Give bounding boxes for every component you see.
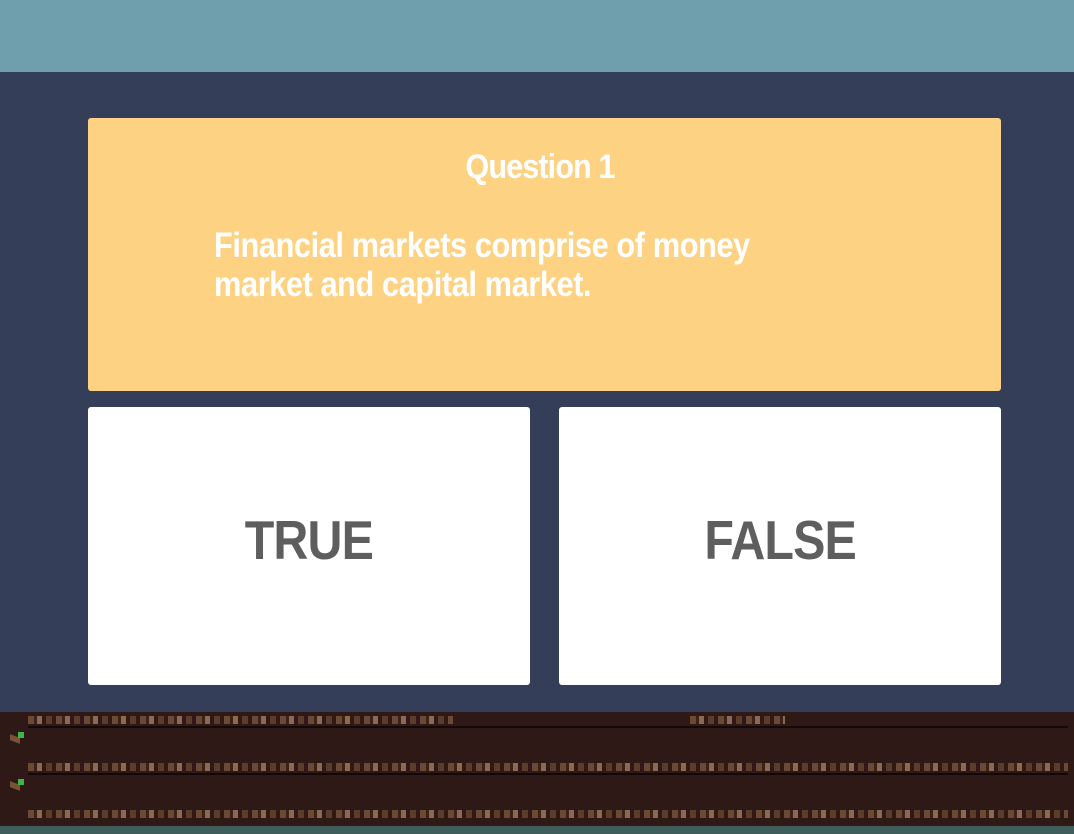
dirt-strip — [28, 763, 1068, 771]
sky-bar — [0, 0, 1074, 72]
ground-line — [28, 726, 1068, 728]
bottom-bar — [0, 826, 1074, 834]
sprout-icon — [10, 779, 24, 791]
dirt-strip — [690, 716, 785, 724]
true-answer-button[interactable]: TRUE — [88, 407, 530, 685]
true-answer-label: TRUE — [244, 509, 374, 571]
ground-line — [28, 773, 1068, 775]
question-number: Question 1 — [465, 148, 615, 186]
question-text: Financial markets comprise of money mark… — [214, 226, 750, 304]
sprout-leaf — [18, 732, 24, 738]
sprout-icon — [10, 732, 24, 744]
dirt-strip — [28, 810, 1068, 818]
false-answer-label: FALSE — [704, 509, 856, 571]
false-answer-button[interactable]: FALSE — [559, 407, 1001, 685]
dirt-strip — [28, 716, 453, 724]
sprout-leaf — [18, 779, 24, 785]
